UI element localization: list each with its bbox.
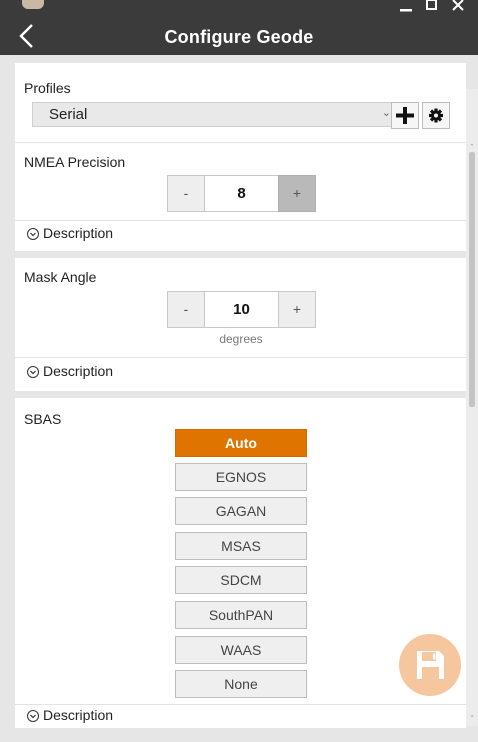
sbas-option-sdcm[interactable]: SDCM: [175, 566, 307, 594]
mask-angle-description-toggle[interactable]: Description: [27, 363, 113, 379]
chevron-down-circle-icon: [27, 710, 39, 722]
mask-angle-decrement-button[interactable]: -: [167, 291, 205, 328]
minimize-icon[interactable]: [399, 0, 413, 14]
mask-angle-value[interactable]: 10: [204, 291, 279, 328]
nmea-precision-decrement-button[interactable]: -: [167, 175, 205, 212]
scrollbar-thumb[interactable]: [469, 152, 475, 407]
mask-angle-card: Mask Angle - 10 + degrees Description: [15, 258, 466, 391]
description-label: Description: [43, 363, 114, 379]
profiles-card: Profiles Serial ⌄: [15, 63, 466, 142]
maximize-icon[interactable]: [426, 0, 437, 14]
description-label: Description: [43, 707, 114, 723]
sbas-option-gagan[interactable]: GAGAN: [175, 497, 307, 525]
divider: [15, 220, 466, 221]
sbas-option-egnos[interactable]: EGNOS: [175, 463, 307, 491]
mask-angle-increment-button[interactable]: +: [278, 291, 316, 328]
scroll-down-icon[interactable]: ⌄: [469, 712, 476, 719]
mask-angle-unit: degrees: [219, 332, 263, 346]
sbas-option-none[interactable]: None: [175, 670, 307, 698]
app-icon: [22, 0, 44, 9]
save-button[interactable]: [399, 634, 461, 696]
nmea-precision-increment-button[interactable]: +: [278, 175, 316, 212]
sbas-description-toggle[interactable]: Description: [27, 707, 113, 723]
profile-select[interactable]: Serial ⌄: [32, 102, 398, 127]
vertical-scrollbar[interactable]: ⌃ ⌄: [466, 89, 478, 726]
chevron-down-icon: ⌄: [381, 107, 391, 119]
close-icon[interactable]: [452, 0, 464, 14]
gear-icon: [429, 108, 443, 123]
nmea-precision-card: NMEA Precision - 8 + Description: [15, 143, 466, 251]
sbas-label: SBAS: [24, 411, 62, 427]
profile-settings-button[interactable]: [422, 102, 450, 129]
page-title: Configure Geode: [164, 27, 314, 47]
add-profile-button[interactable]: [391, 102, 419, 129]
description-label: Description: [43, 225, 114, 241]
mask-angle-label: Mask Angle: [24, 269, 97, 285]
divider: [15, 704, 466, 705]
profile-select-value: Serial: [49, 106, 88, 123]
title-bar: Configure Geode: [0, 0, 478, 55]
sbas-option-waas[interactable]: WAAS: [175, 636, 307, 664]
chevron-down-circle-icon: [27, 366, 39, 378]
profiles-label: Profiles: [24, 80, 71, 96]
divider: [15, 357, 466, 358]
plus-icon: [396, 107, 414, 124]
sbas-option-msas[interactable]: MSAS: [175, 532, 307, 560]
scroll-up-icon[interactable]: ⌃: [469, 144, 476, 151]
sbas-option-auto[interactable]: Auto: [175, 429, 307, 457]
floppy-disk-icon: [417, 651, 444, 679]
nmea-precision-label: NMEA Precision: [24, 154, 126, 170]
sbas-option-southpan[interactable]: SouthPAN: [175, 601, 307, 629]
nmea-precision-value[interactable]: 8: [204, 175, 279, 212]
chevron-down-circle-icon: [27, 228, 39, 240]
nmea-precision-description-toggle[interactable]: Description: [27, 225, 113, 241]
